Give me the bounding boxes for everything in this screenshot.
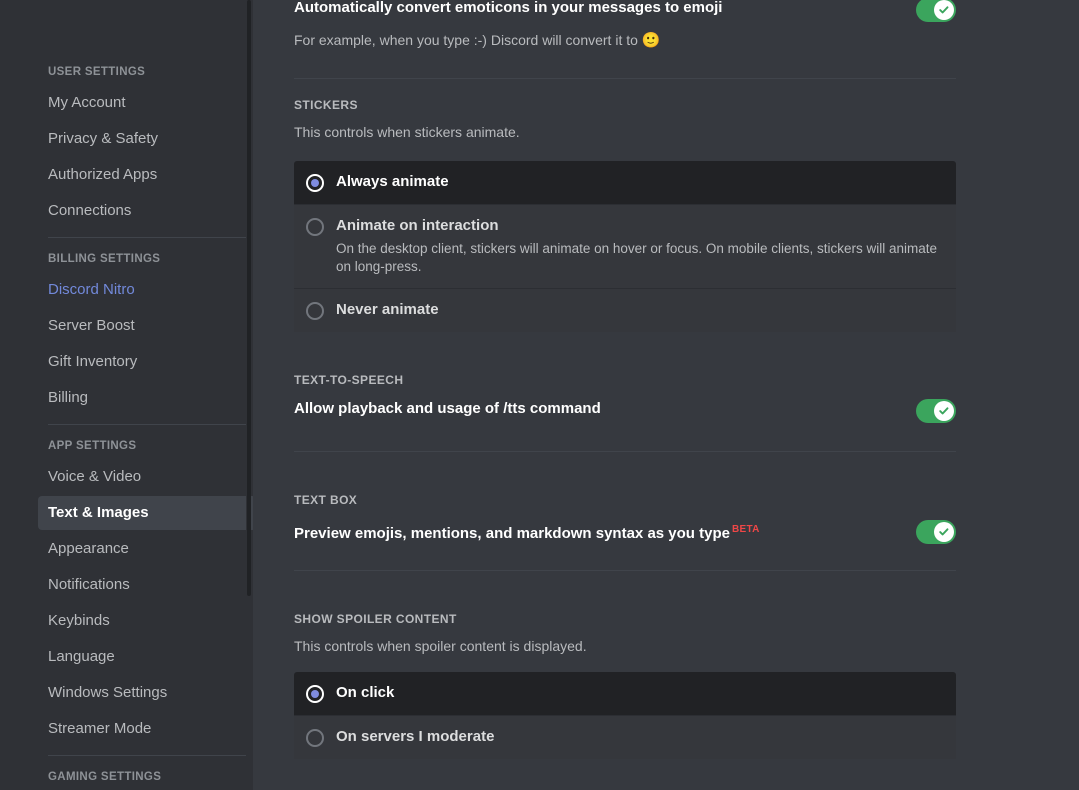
radio-label: On click: [336, 684, 395, 701]
radio-body: Animate on interaction On the desktop cl…: [336, 217, 942, 276]
radio-option-never-animate[interactable]: Never animate: [294, 288, 956, 332]
spoiler-radio-group: On click On servers I moderate: [294, 672, 956, 759]
settings-window: USER SETTINGS My Account Privacy & Safet…: [0, 0, 1079, 790]
check-icon: [939, 407, 949, 415]
sidebar-item-voice-video[interactable]: Voice & Video: [38, 460, 253, 494]
section-divider: [294, 451, 956, 452]
sidebar-item-my-account[interactable]: My Account: [38, 86, 253, 120]
sidebar-item-billing[interactable]: Billing: [38, 381, 253, 415]
sidebar-item-appearance[interactable]: Appearance: [38, 532, 253, 566]
settings-sidebar: USER SETTINGS My Account Privacy & Safet…: [0, 0, 253, 790]
radio-mark: [306, 302, 324, 320]
tts-playback-title: Allow playback and usage of /tts command: [294, 400, 601, 417]
sidebar-item-language[interactable]: Language: [38, 640, 253, 674]
toggle-knob: [934, 0, 954, 20]
tts-section-label: TEXT-TO-SPEECH: [294, 373, 404, 387]
radio-option-animate-on-interaction[interactable]: Animate on interaction On the desktop cl…: [294, 204, 956, 288]
radio-mark: [306, 218, 324, 236]
stickers-radio-group: Always animate Animate on interaction On…: [294, 161, 956, 332]
preview-markdown-toggle[interactable]: [916, 520, 956, 544]
emoticon-desc-text: For example, when you type :-) Discord w…: [294, 32, 642, 48]
slightly-smiling-face-emoji: 🙂: [641, 32, 661, 49]
preview-markdown-title: Preview emojis, mentions, and markdown s…: [294, 520, 780, 544]
sidebar-scrollbar-thumb[interactable]: [247, 0, 251, 596]
sidebar-group-header-user-settings: USER SETTINGS: [48, 66, 146, 78]
sidebar-item-gift-inventory[interactable]: Gift Inventory: [38, 345, 253, 379]
radio-body: On servers I moderate: [336, 728, 942, 746]
stickers-section-subtitle: This controls when stickers animate.: [294, 124, 520, 140]
beta-badge: BETA: [731, 524, 760, 535]
sidebar-divider: [48, 237, 246, 238]
radio-body: Always animate: [336, 173, 942, 191]
textbox-section-label: TEXT BOX: [294, 493, 358, 507]
radio-mark: [306, 685, 324, 703]
radio-mark: [306, 174, 324, 192]
sidebar-item-keybinds[interactable]: Keybinds: [38, 604, 253, 638]
check-icon: [939, 6, 949, 14]
spoiler-section-subtitle: This controls when spoiler content is di…: [294, 638, 587, 654]
tts-playback-toggle[interactable]: [916, 399, 956, 423]
radio-body: Never animate: [336, 301, 942, 319]
settings-content-pane: Automatically convert emoticons in your …: [253, 0, 1079, 790]
preview-markdown-text: Preview emojis, mentions, and markdown s…: [294, 525, 730, 542]
sidebar-item-privacy-safety[interactable]: Privacy & Safety: [38, 122, 253, 156]
sidebar-group-header-app-settings: APP SETTINGS: [48, 440, 137, 452]
radio-label: Always animate: [336, 173, 449, 190]
auto-convert-emoticons-toggle[interactable]: [916, 0, 956, 22]
radio-option-always-animate[interactable]: Always animate: [294, 161, 956, 204]
radio-description: On the desktop client, stickers will ani…: [336, 241, 937, 274]
radio-label: Animate on interaction: [336, 217, 499, 234]
sidebar-divider: [48, 755, 246, 756]
radio-option-on-click[interactable]: On click: [294, 672, 956, 715]
auto-convert-emoticons-title: Automatically convert emoticons in your …: [294, 0, 723, 16]
sidebar-item-connections[interactable]: Connections: [38, 194, 253, 228]
setting-row-auto-convert-emoticons: Automatically convert emoticons in your …: [294, 0, 956, 22]
stickers-section-label: STICKERS: [294, 98, 358, 112]
sidebar-item-text-images[interactable]: Text & Images: [38, 496, 253, 530]
section-divider: [294, 78, 956, 79]
sidebar-group-header-billing-settings: BILLING SETTINGS: [48, 253, 161, 265]
sidebar-item-notifications[interactable]: Notifications: [38, 568, 253, 602]
radio-label: On servers I moderate: [336, 728, 495, 745]
toggle-knob: [934, 401, 954, 421]
section-divider: [294, 570, 956, 571]
sidebar-item-authorized-apps[interactable]: Authorized Apps: [38, 158, 253, 192]
radio-option-on-servers-i-moderate[interactable]: On servers I moderate: [294, 715, 956, 759]
sidebar-nav-list: USER SETTINGS My Account Privacy & Safet…: [38, 60, 253, 790]
radio-label: Never animate: [336, 301, 439, 318]
sidebar-item-discord-nitro[interactable]: Discord Nitro: [38, 273, 253, 307]
toggle-knob: [934, 522, 954, 542]
text-and-images-settings: Automatically convert emoticons in your …: [294, 0, 956, 759]
auto-convert-emoticons-description: For example, when you type :-) Discord w…: [294, 30, 956, 50]
sidebar-item-streamer-mode[interactable]: Streamer Mode: [38, 712, 253, 746]
radio-mark: [306, 729, 324, 747]
setting-row-preview-markdown: Preview emojis, mentions, and markdown s…: [294, 520, 956, 544]
sidebar-divider: [48, 424, 246, 425]
sidebar-group-header-gaming-settings: GAMING SETTINGS: [48, 771, 162, 783]
radio-body: On click: [336, 684, 942, 702]
sidebar-scroll-content: USER SETTINGS My Account Privacy & Safet…: [0, 0, 253, 790]
spoiler-section-label: SHOW SPOILER CONTENT: [294, 612, 457, 626]
sidebar-item-windows-settings[interactable]: Windows Settings: [38, 676, 253, 710]
sidebar-item-server-boost[interactable]: Server Boost: [38, 309, 253, 343]
setting-row-tts-playback: Allow playback and usage of /tts command: [294, 399, 956, 423]
check-icon: [939, 528, 949, 536]
